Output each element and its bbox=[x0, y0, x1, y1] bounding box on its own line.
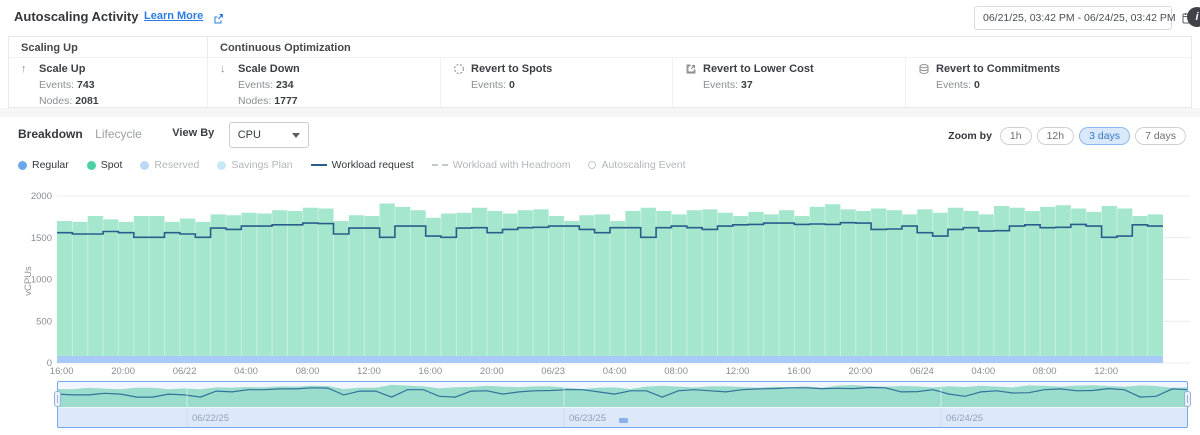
stat-events: Events:743 bbox=[39, 79, 207, 91]
main-chart[interactable]: 0500100015002000vCPUs16:0020:0006/2204:0… bbox=[0, 186, 1200, 381]
svg-text:12:00: 12:00 bbox=[726, 366, 750, 377]
stat-card-revert-to-commitments: Revert to Commitments Events:0 bbox=[906, 58, 1191, 107]
legend-label: Reserved bbox=[154, 159, 199, 171]
timeline-brush[interactable] bbox=[57, 381, 1188, 428]
legend-label: Regular bbox=[32, 159, 69, 171]
stats-panel: Scaling Up Continuous Optimization ↑ Scal… bbox=[8, 36, 1192, 108]
stat-nodes: Nodes:2081 bbox=[39, 95, 207, 107]
layers-icon bbox=[918, 63, 930, 75]
zoom-by-3-days[interactable]: 3 days bbox=[1079, 127, 1130, 145]
svg-text:12:00: 12:00 bbox=[1094, 366, 1118, 377]
line-marker-icon bbox=[311, 164, 327, 166]
view-by-select[interactable]: CPU bbox=[229, 122, 309, 148]
stat-card-scale-down: ↓ Scale Down Events:234 Nodes:1777 bbox=[208, 58, 441, 107]
svg-text:20:00: 20:00 bbox=[849, 366, 873, 377]
zoom-by-7-days[interactable]: 7 days bbox=[1135, 127, 1186, 145]
svg-text:2000: 2000 bbox=[31, 191, 52, 202]
stat-card-revert-to-lower-cost: Revert to Lower Cost Events:37 bbox=[673, 58, 906, 107]
svg-text:16:00: 16:00 bbox=[418, 366, 442, 377]
stat-events: Events:0 bbox=[936, 79, 1191, 91]
stat-title: Revert to Commitments bbox=[936, 63, 1060, 75]
svg-text:04:00: 04:00 bbox=[971, 366, 995, 377]
spot-ball-icon bbox=[453, 63, 465, 75]
brush-right-handle[interactable] bbox=[1184, 391, 1191, 407]
svg-text:06/24: 06/24 bbox=[910, 366, 934, 377]
svg-text:08:00: 08:00 bbox=[664, 366, 688, 377]
stat-title: Scale Up bbox=[39, 63, 85, 75]
stat-events: Events:0 bbox=[471, 79, 672, 91]
chart-legend: Regular Spot Reserved Savings Plan Workload … bbox=[18, 157, 1186, 173]
svg-text:12:00: 12:00 bbox=[357, 366, 381, 377]
external-link-icon[interactable] bbox=[213, 11, 224, 22]
learn-more-link[interactable]: Learn More bbox=[144, 10, 203, 22]
autoscaling-activity-page: Autoscaling Activity Learn More 06/21/25… bbox=[0, 0, 1200, 435]
stat-title: Scale Down bbox=[238, 63, 300, 75]
stat-card-scale-up: ↑ Scale Up Events:743 Nodes:2081 bbox=[9, 58, 208, 107]
dot-marker-icon bbox=[87, 161, 96, 170]
date-range-input[interactable]: 06/21/25, 03:42 PM - 06/24/25, 03:42 PM bbox=[974, 6, 1172, 30]
scale-up-arrow-icon: ↑ bbox=[21, 63, 33, 75]
tab-breakdown[interactable]: Breakdown bbox=[18, 121, 83, 141]
svg-text:vCPUs: vCPUs bbox=[23, 266, 34, 296]
group-label-scaling-up: Scaling Up bbox=[9, 37, 208, 57]
legend-item-spot[interactable]: Spot bbox=[87, 159, 123, 171]
brush-left-handle[interactable] bbox=[54, 391, 61, 407]
legend-item-workload-with-headroom[interactable]: Workload with Headroom bbox=[432, 159, 571, 171]
page-title: Autoscaling Activity bbox=[14, 9, 138, 24]
stat-events: Events:37 bbox=[703, 79, 905, 91]
chevron-down-icon bbox=[292, 133, 300, 138]
legend-label: Savings Plan bbox=[231, 159, 292, 171]
brush-center-grip[interactable] bbox=[619, 418, 628, 423]
zoom-by-12h[interactable]: 12h bbox=[1037, 127, 1075, 145]
legend-label: Spot bbox=[101, 159, 123, 171]
legend-item-savings-plan[interactable]: Savings Plan bbox=[217, 159, 292, 171]
svg-text:04:00: 04:00 bbox=[603, 366, 627, 377]
svg-text:1000: 1000 bbox=[31, 275, 52, 286]
view-by-label: View By bbox=[172, 127, 214, 139]
scale-down-arrow-icon: ↓ bbox=[220, 63, 232, 75]
svg-text:08:00: 08:00 bbox=[1033, 366, 1057, 377]
section-divider bbox=[0, 108, 1200, 117]
stat-title: Revert to Lower Cost bbox=[703, 63, 814, 75]
dot-marker-icon bbox=[18, 161, 27, 170]
svg-text:1500: 1500 bbox=[31, 233, 52, 244]
dashed-line-marker-icon bbox=[432, 164, 448, 166]
legend-item-regular[interactable]: Regular bbox=[18, 159, 69, 171]
svg-text:20:00: 20:00 bbox=[480, 366, 504, 377]
info-icon[interactable]: i bbox=[1187, 7, 1200, 27]
chart-panel: Breakdown Lifecycle View By CPU Zoom by … bbox=[0, 117, 1200, 435]
legend-label: Workload with Headroom bbox=[453, 159, 571, 171]
legend-item-workload-request[interactable]: Workload request bbox=[311, 159, 414, 171]
zoom-by-label: Zoom by bbox=[948, 130, 992, 142]
view-by-value: CPU bbox=[238, 129, 292, 141]
svg-text:16:00: 16:00 bbox=[50, 366, 74, 377]
chart-controls: Breakdown Lifecycle View By CPU Zoom by … bbox=[18, 121, 1186, 149]
svg-text:06/23: 06/23 bbox=[541, 366, 565, 377]
svg-text:04:00: 04:00 bbox=[234, 366, 258, 377]
svg-text:20:00: 20:00 bbox=[111, 366, 135, 377]
corner-arrow-icon bbox=[685, 63, 697, 75]
date-range-value: 06/21/25, 03:42 PM - 06/24/25, 03:42 PM bbox=[983, 12, 1176, 24]
legend-item-autoscaling-event[interactable]: Autoscaling Event bbox=[588, 159, 685, 171]
legend-item-reserved[interactable]: Reserved bbox=[140, 159, 199, 171]
circle-outline-marker-icon bbox=[588, 161, 596, 169]
svg-text:500: 500 bbox=[36, 316, 52, 327]
svg-text:16:00: 16:00 bbox=[787, 366, 811, 377]
legend-label: Autoscaling Event bbox=[601, 159, 685, 171]
stat-events: Events:234 bbox=[238, 79, 440, 91]
zoom-by-group: Zoom by 1h 12h 3 days 7 days bbox=[948, 127, 1186, 145]
group-label-continuous-optimization: Continuous Optimization bbox=[208, 37, 1191, 57]
legend-label: Workload request bbox=[332, 159, 414, 171]
svg-text:08:00: 08:00 bbox=[296, 366, 320, 377]
zoom-by-1h[interactable]: 1h bbox=[1000, 127, 1032, 145]
stat-card-revert-to-spots: Revert to Spots Events:0 bbox=[441, 58, 673, 107]
stat-title: Revert to Spots bbox=[471, 63, 552, 75]
tab-lifecycle[interactable]: Lifecycle bbox=[95, 121, 142, 141]
svg-text:06/22: 06/22 bbox=[173, 366, 197, 377]
stat-nodes: Nodes:1777 bbox=[238, 95, 440, 107]
dot-marker-icon bbox=[140, 161, 149, 170]
page-header: Autoscaling Activity Learn More 06/21/25… bbox=[0, 0, 1200, 34]
dot-marker-icon bbox=[217, 161, 226, 170]
